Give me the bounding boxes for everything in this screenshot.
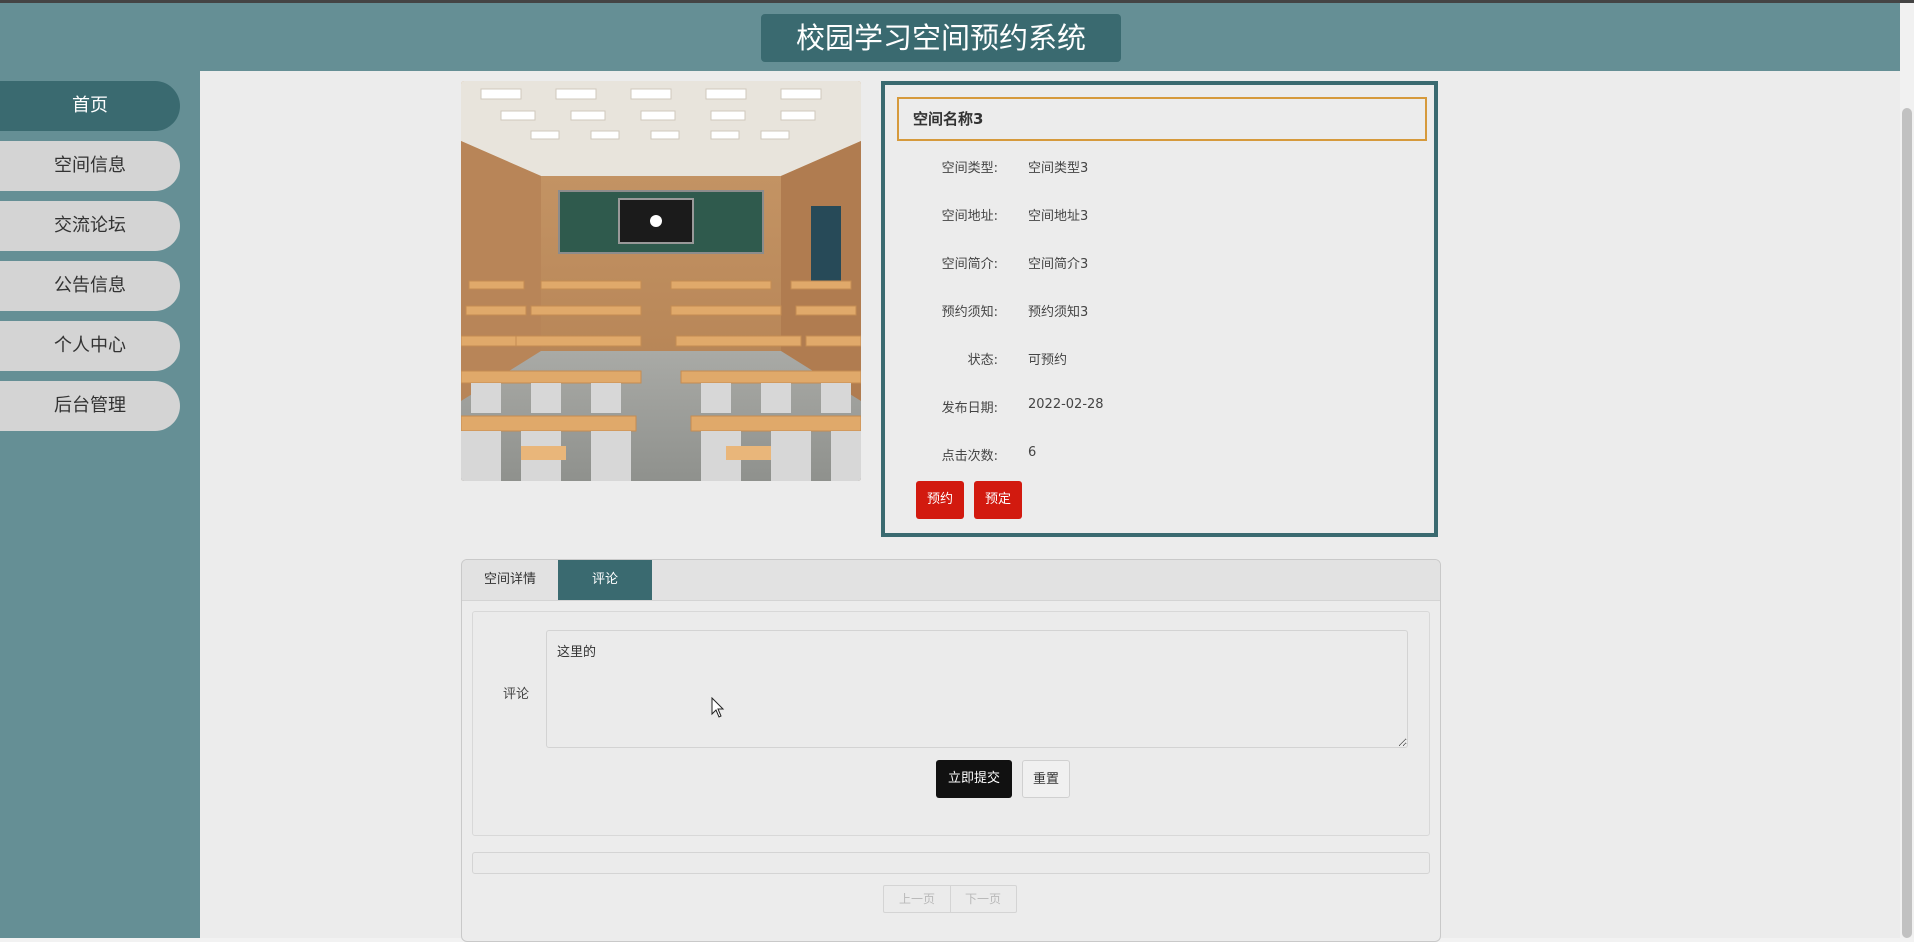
sidebar-item-home[interactable]: 首页 — [0, 81, 180, 131]
sidebar-item-announcements[interactable]: 公告信息 — [0, 261, 180, 311]
detail-label: 发布日期: — [941, 401, 998, 416]
pagination: 上一页 下一页 — [883, 885, 1017, 913]
detail-value: 可预约 — [1028, 353, 1068, 368]
reserve-button[interactable]: 预约 — [916, 481, 964, 519]
detail-row-clicks: 点击次数: 6 — [885, 445, 1425, 465]
sidebar-item-personal-center[interactable]: 个人中心 — [0, 321, 180, 371]
detail-label: 点击次数: — [941, 449, 998, 464]
sidebar-item-forum[interactable]: 交流论坛 — [0, 201, 180, 251]
detail-value: 空间地址3 — [1028, 209, 1089, 224]
comment-label: 评论 — [503, 687, 530, 702]
detail-row-address: 空间地址: 空间地址3 — [885, 205, 1425, 225]
detail-tabs-panel: 空间详情 评论 评论 这里的 立即提交 重置 上一页 下一页 — [461, 559, 1441, 942]
comment-form: 评论 这里的 立即提交 重置 — [472, 611, 1430, 836]
detail-label: 空间类型: — [941, 161, 998, 176]
next-page-button[interactable]: 下一页 — [950, 886, 1016, 912]
book-button[interactable]: 预定 — [974, 481, 1022, 519]
detail-row-date: 发布日期: 2022-02-28 — [885, 397, 1425, 417]
space-name: 空间名称3 — [897, 97, 1427, 141]
comment-input[interactable]: 这里的 — [546, 630, 1408, 748]
detail-row-status: 状态: 可预约 — [885, 349, 1425, 369]
space-photo — [461, 81, 861, 481]
prev-page-button[interactable]: 上一页 — [884, 886, 951, 912]
tab-bar: 空间详情 评论 — [462, 560, 1440, 601]
detail-row-notice: 预约须知: 预约须知3 — [885, 301, 1425, 321]
detail-value: 6 — [1028, 445, 1037, 460]
sidebar-item-admin[interactable]: 后台管理 — [0, 381, 180, 431]
detail-row-intro: 空间简介: 空间简介3 — [885, 253, 1425, 273]
header: 校园学习空间预约系统 — [0, 3, 1900, 71]
page-scrollbar[interactable] — [1900, 3, 1914, 938]
detail-label: 状态: — [967, 353, 998, 368]
classroom-image — [461, 81, 861, 481]
space-detail-panel: 空间名称3 空间类型: 空间类型3 空间地址: 空间地址3 空间简介: 空间简介… — [881, 81, 1438, 537]
detail-label: 空间简介: — [941, 257, 998, 272]
comment-list — [472, 852, 1430, 874]
detail-label: 预约须知: — [941, 305, 998, 320]
submit-button[interactable]: 立即提交 — [936, 760, 1012, 798]
detail-row-type: 空间类型: 空间类型3 — [885, 157, 1425, 177]
detail-value: 空间类型3 — [1028, 161, 1089, 176]
detail-value: 空间简介3 — [1028, 257, 1089, 272]
detail-value: 预约须知3 — [1028, 305, 1089, 320]
tab-space-details[interactable]: 空间详情 — [462, 560, 558, 600]
scrollbar-thumb[interactable] — [1902, 108, 1912, 938]
detail-label: 空间地址: — [941, 209, 998, 224]
sidebar: 首页 空间信息 交流论坛 公告信息 个人中心 后台管理 — [0, 71, 200, 938]
reset-button[interactable]: 重置 — [1022, 760, 1070, 798]
sidebar-item-space-info[interactable]: 空间信息 — [0, 141, 180, 191]
tab-comments[interactable]: 评论 — [558, 560, 652, 600]
app-title: 校园学习空间预约系统 — [761, 14, 1121, 62]
mouse-pointer-icon — [711, 697, 725, 718]
detail-value: 2022-02-28 — [1028, 397, 1104, 412]
